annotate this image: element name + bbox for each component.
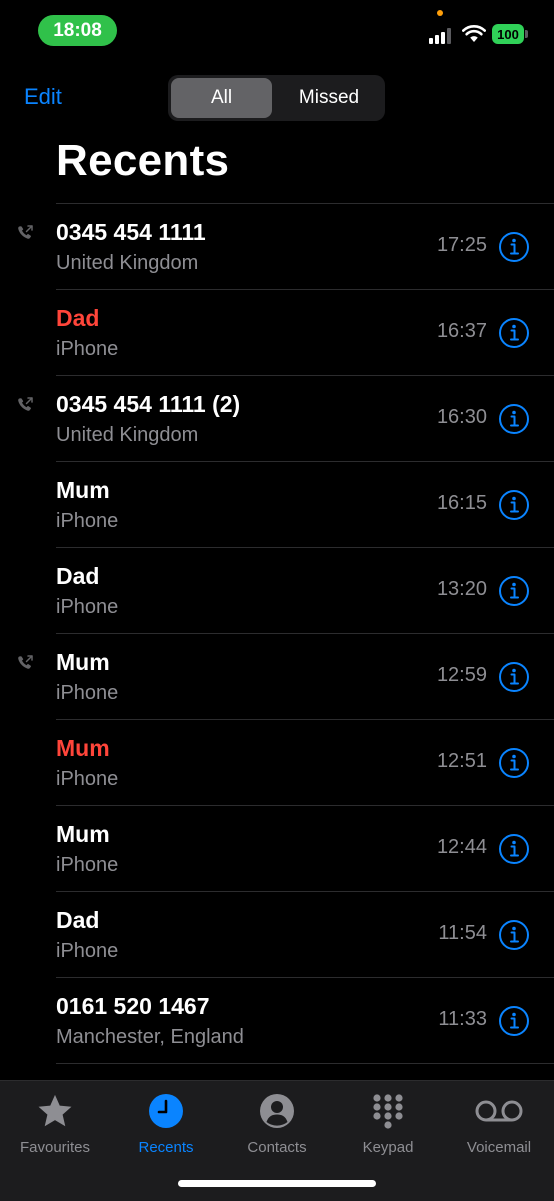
battery-tip (525, 30, 528, 38)
info-icon[interactable] (498, 403, 530, 435)
caller-name: Mum (56, 649, 110, 675)
wifi-icon (462, 25, 486, 42)
call-row[interactable]: Dad iPhone 13:20 (56, 547, 554, 633)
call-row[interactable]: Dad iPhone 16:37 (56, 289, 554, 375)
call-row[interactable]: 0345 454 1111 (2) United Kingdom 16:30 (18, 375, 554, 461)
tab-label-voicemail: Voicemail (466, 1139, 532, 1156)
battery-indicator: 100 (492, 24, 524, 44)
info-icon[interactable] (498, 661, 530, 693)
info-icon[interactable] (498, 231, 530, 263)
call-time: 12:51 (436, 750, 487, 772)
cellular-signal-icon (429, 28, 455, 44)
outgoing-call-icon (18, 397, 33, 411)
caller-detail: iPhone (56, 940, 119, 962)
home-indicator[interactable] (178, 1180, 376, 1187)
privacy-indicator-dot (437, 10, 443, 16)
tab-keypad[interactable]: Keypad (333, 1089, 443, 1156)
info-icon[interactable] (498, 317, 530, 349)
caller-detail: iPhone (56, 682, 119, 704)
info-icon[interactable] (498, 1005, 530, 1037)
call-time: 11:54 (438, 922, 487, 944)
call-filter-segmented-control: All Missed (168, 75, 385, 121)
caller-detail: United Kingdom (56, 424, 199, 446)
tab-label-favourites: Favourites (19, 1139, 91, 1156)
person-circle-icon (260, 1094, 294, 1128)
info-icon[interactable] (498, 747, 530, 779)
segment-missed[interactable]: Missed (276, 78, 382, 118)
page-title: Recents (56, 136, 230, 185)
caller-name: 0161 520 1467 (56, 993, 210, 1019)
call-time: 13:20 (436, 578, 487, 600)
info-icon[interactable] (498, 833, 530, 865)
tab-voicemail[interactable]: Voicemail (444, 1089, 554, 1156)
call-time: 17:25 (436, 234, 487, 256)
caller-detail: Manchester, England (56, 1026, 244, 1048)
star-icon (38, 1094, 72, 1127)
tab-label-keypad: Keypad (362, 1139, 414, 1156)
segment-all[interactable]: All (171, 78, 272, 118)
call-time: 12:44 (436, 836, 487, 858)
call-row[interactable]: Mum iPhone 12:59 (18, 633, 554, 719)
tab-label-contacts: Contacts (247, 1139, 307, 1156)
outgoing-call-icon (18, 225, 33, 239)
voicemail-icon (475, 1100, 523, 1122)
caller-name: 0345 454 1111 (56, 219, 206, 245)
status-bar: 18:08 100 (0, 0, 554, 60)
call-time: 16:15 (436, 492, 487, 514)
info-icon[interactable] (498, 489, 530, 521)
recents-list: 0345 454 1111 United Kingdom 17:25 Dad i… (0, 203, 554, 1064)
caller-name: Mum (56, 821, 110, 847)
caller-detail: United Kingdom (56, 252, 199, 274)
call-row[interactable]: 0345 454 1111 United Kingdom 17:25 (18, 203, 554, 289)
call-row[interactable]: Mum iPhone 16:15 (56, 461, 554, 547)
caller-detail: iPhone (56, 854, 119, 876)
caller-name: 0345 454 1111 (2) (56, 391, 241, 417)
edit-button[interactable]: Edit (24, 84, 62, 110)
call-time: 11:33 (438, 1008, 487, 1030)
call-row[interactable]: Mum iPhone 12:51 (56, 719, 554, 805)
caller-name: Mum (56, 735, 110, 761)
call-time: 12:59 (436, 664, 487, 686)
tab-recents[interactable]: Recents (111, 1089, 221, 1156)
caller-detail: iPhone (56, 510, 119, 532)
info-icon[interactable] (498, 919, 530, 951)
caller-name: Dad (56, 305, 100, 331)
call-row[interactable]: 0161 520 1467 Manchester, England 11:33 (56, 977, 554, 1064)
caller-name: Dad (56, 563, 100, 589)
caller-detail: iPhone (56, 596, 119, 618)
status-time[interactable]: 18:08 (38, 15, 117, 46)
caller-name: Dad (56, 907, 100, 933)
tab-favourites[interactable]: Favourites (0, 1089, 110, 1156)
call-row[interactable]: Mum iPhone 12:44 (56, 805, 554, 891)
info-icon[interactable] (498, 575, 530, 607)
call-time: 16:30 (436, 406, 487, 428)
caller-detail: iPhone (56, 338, 119, 360)
caller-name: Mum (56, 477, 110, 503)
outgoing-call-icon (18, 655, 33, 669)
caller-detail: iPhone (56, 768, 119, 790)
call-time: 16:37 (436, 320, 487, 342)
call-row[interactable]: Dad iPhone 11:54 (56, 891, 554, 977)
tab-contacts[interactable]: Contacts (222, 1089, 332, 1156)
keypad-grid-icon (373, 1094, 403, 1129)
tab-label-recents: Recents (138, 1139, 194, 1156)
clock-icon (149, 1094, 183, 1128)
